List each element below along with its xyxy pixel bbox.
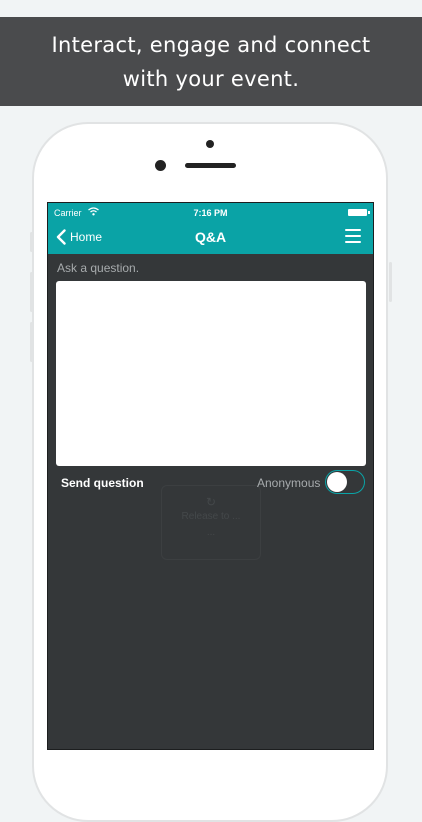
question-input[interactable] [56, 281, 366, 466]
banner-line-2: with your event. [122, 66, 300, 91]
refresh-icon: ↻ [205, 495, 217, 509]
phone-side-button-left-1 [30, 232, 33, 252]
question-prompt: Ask a question. [57, 261, 140, 275]
phone-side-button-left-2 [30, 272, 33, 312]
earpiece-speaker [185, 163, 236, 168]
front-sensor [206, 140, 214, 148]
send-question-button[interactable]: Send question [61, 476, 144, 490]
hamburger-menu-icon[interactable] [345, 229, 361, 243]
toggle-knob [327, 472, 347, 492]
status-time: 7:16 PM [193, 208, 228, 218]
app-screen: Carrier 7:16 PM Home Q&A Ask a question.… [47, 202, 374, 750]
refresh-text-2: ... [206, 527, 216, 538]
nav-bar: Carrier 7:16 PM Home Q&A [48, 203, 373, 254]
pull-refresh-indicator: ↻ Release to ... ... [161, 485, 261, 560]
front-camera [155, 160, 166, 171]
refresh-text-1: Release to ... [181, 511, 241, 522]
promo-banner: Interact, engage and connect with your e… [0, 17, 422, 106]
banner-line-1: Interact, engage and connect [51, 32, 371, 57]
phone-side-button-left-3 [30, 322, 33, 362]
page-title: Q&A [194, 229, 227, 245]
phone-side-button-right [389, 262, 392, 302]
status-bar: Carrier 7:16 PM [48, 206, 373, 220]
anonymous-toggle[interactable] [325, 470, 365, 494]
anonymous-label: Anonymous [257, 476, 321, 490]
battery-icon [348, 209, 370, 216]
